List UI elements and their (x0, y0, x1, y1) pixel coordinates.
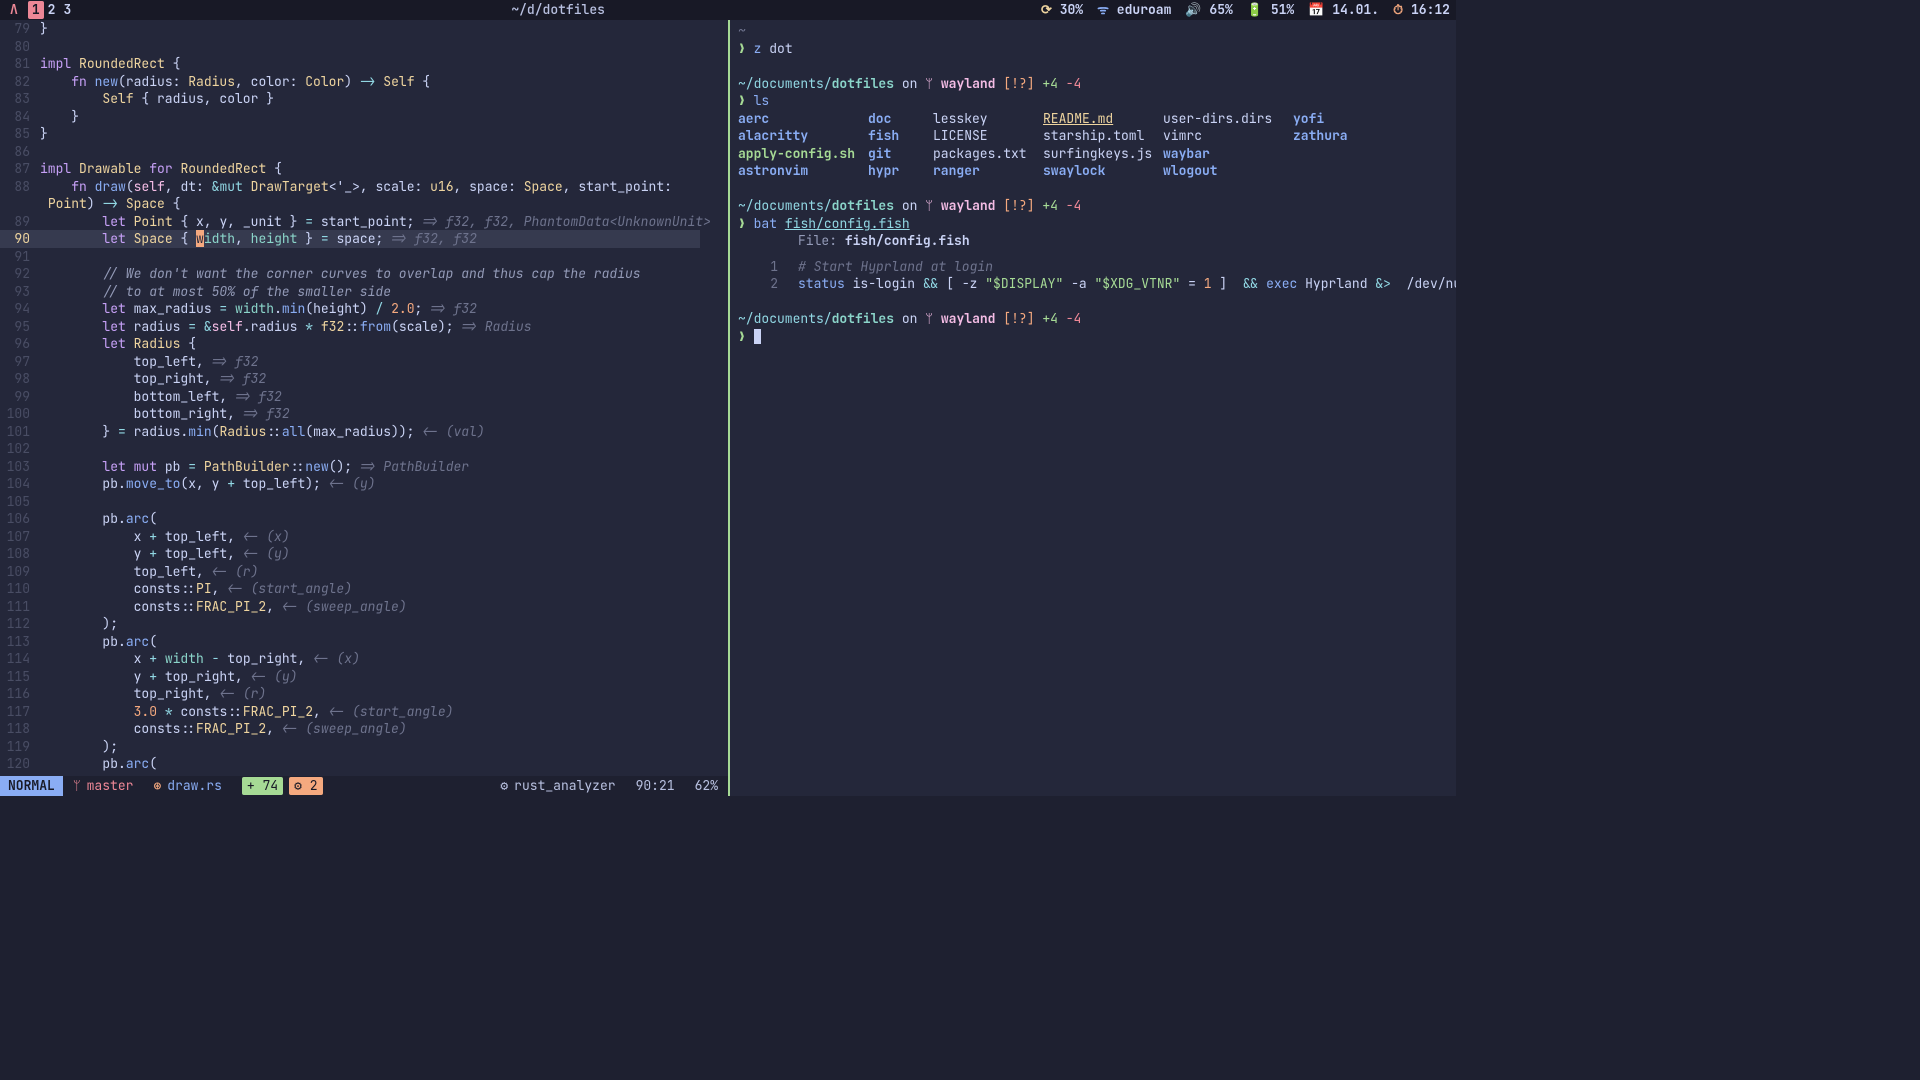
workspaces: Λ 1 2 3 (6, 1, 75, 19)
vim-mode: NORMAL (0, 776, 63, 796)
prompt-path: ~/documents/dotfiles on ᛘ wayland [!?] +… (738, 75, 1448, 93)
rust-icon: ⊛ (153, 777, 161, 795)
git-branch: master (87, 777, 134, 795)
workspace-1[interactable]: 1 (28, 1, 44, 19)
editor-pane[interactable]: 79} 80 81impl RoundedRect { 82 fn new(ra… (0, 20, 728, 796)
scroll-pct: 62% (685, 777, 728, 795)
gear-icon: ⚙ (500, 777, 508, 795)
git-changed: ⚙ 2 (289, 777, 322, 795)
current-line: 90 let Space { width, height } = space; … (0, 230, 728, 248)
waybar: Λ 1 2 3 ~/d/dotfiles ⟳ 30% ᯤ eduroam 🔊 6… (0, 0, 1456, 20)
status-modules: ⟳ 30% ᯤ eduroam 🔊 65% 🔋 51% 📅 14.01. ⏱ 1… (1041, 1, 1450, 19)
terminal-cursor (754, 329, 761, 344)
workspace-2[interactable]: 2 (44, 1, 60, 19)
cpu-module: ⟳ 30% (1041, 1, 1083, 19)
battery-module: 🔋 51% (1247, 1, 1294, 19)
cursor: w (196, 230, 204, 247)
filename: draw.rs (167, 777, 222, 795)
terminal-pane[interactable]: ~ ❯ z dot ~/documents/dotfiles on ᛘ wayl… (730, 20, 1456, 796)
logo-icon: Λ (6, 1, 22, 19)
date-module: 📅 14.01. (1308, 1, 1379, 19)
code-editor[interactable]: 79} 80 81impl RoundedRect { 82 fn new(ra… (0, 20, 728, 776)
editor-statusline: NORMAL ᛘ master ⊛ draw.rs + 74 ⚙ 2 ⚙ rus… (0, 776, 728, 796)
lsp-name: rust_analyzer (514, 777, 615, 795)
time-module: ⏱ 16:12 (1393, 1, 1450, 19)
prompt-icon: ❯ (738, 40, 746, 57)
cursor-pos: 90:21 (626, 777, 685, 795)
ls-output: aercdoclesskeyREADME.mduser-dirs.dirsyof… (738, 110, 1448, 180)
window-title: ~/d/dotfiles (75, 1, 1041, 19)
volume-module[interactable]: 🔊 65% (1185, 1, 1232, 19)
workspace-3[interactable]: 3 (59, 1, 75, 19)
git-branch-icon: ᛘ (73, 777, 81, 795)
git-added: + 74 (242, 777, 283, 795)
wifi-module: ᯤ eduroam (1097, 1, 1171, 19)
